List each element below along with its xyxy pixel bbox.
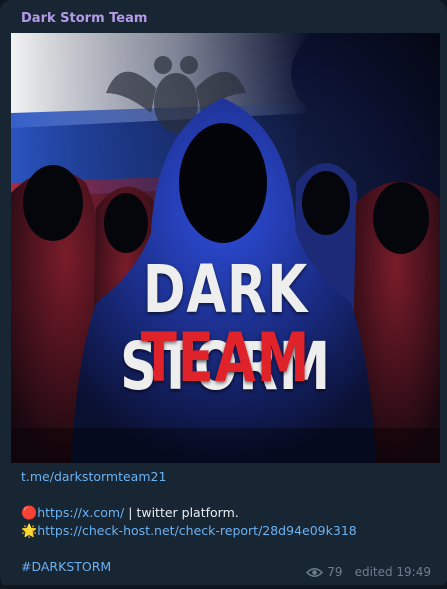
channel-link[interactable]: t.me/darkstormteam21	[21, 469, 166, 484]
message-bubble: Dark Storm Team DARK STORM TEAM t.me/dar…	[0, 0, 447, 589]
view-count: 79	[327, 565, 343, 579]
edited-timestamp: edited 19:49	[354, 565, 431, 579]
check-host-line: 🌟https://check-host.net/check-report/28d…	[21, 522, 357, 541]
red-circle-icon: 🔴	[21, 506, 38, 521]
check-host-link[interactable]: https://check-host.net/check-report/28d9…	[37, 523, 357, 538]
bubble-bottom-divider	[0, 585, 447, 589]
twitter-link[interactable]: https://x.com/	[37, 505, 124, 520]
channel-link-line: t.me/darkstormteam21	[21, 468, 166, 486]
hashtag-link[interactable]: #DARKSTORM	[21, 559, 111, 574]
eye-icon	[306, 567, 324, 577]
poster-title-line2: TEAM	[140, 319, 311, 398]
twitter-line: 🔴https://x.com/ | twitter platform.	[21, 504, 239, 523]
hashtag-line: #DARKSTORM	[21, 558, 111, 576]
message-image[interactable]: DARK STORM TEAM	[11, 33, 440, 463]
star-icon: 🌟	[21, 524, 38, 539]
twitter-link-suffix: | twitter platform.	[124, 505, 239, 520]
message-meta: 79 edited 19:49	[306, 565, 431, 579]
sender-name[interactable]: Dark Storm Team	[21, 11, 147, 26]
